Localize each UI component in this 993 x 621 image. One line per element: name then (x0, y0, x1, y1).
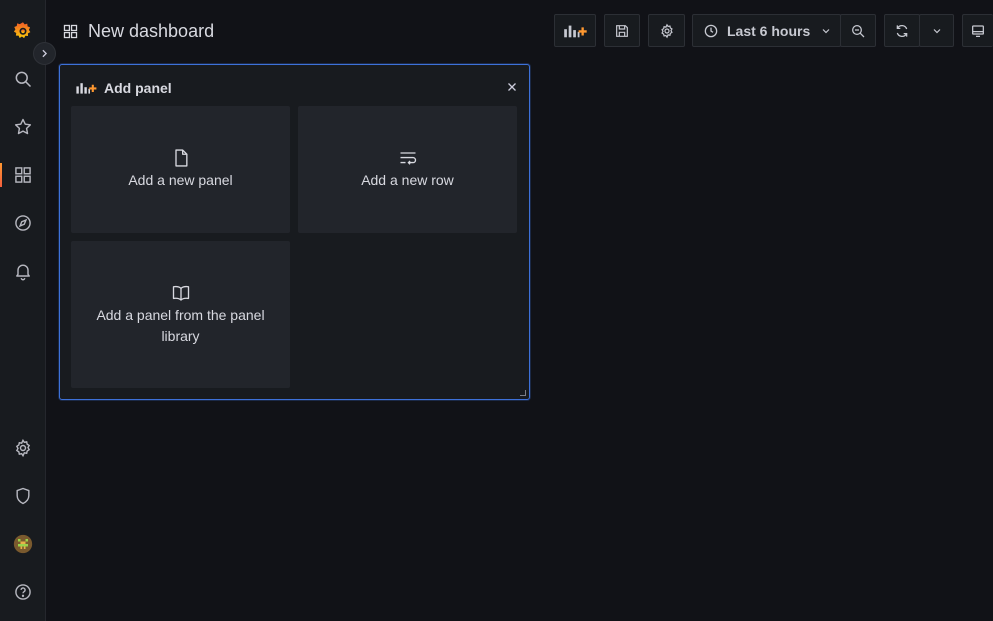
avatar-icon (13, 534, 33, 554)
add-panel-icon (564, 25, 587, 37)
user-avatar[interactable] (0, 524, 46, 564)
chevron-down-icon (933, 28, 940, 33)
chevron-down-icon (822, 28, 830, 33)
chevron-right-icon (42, 49, 48, 58)
star-icon[interactable] (0, 107, 46, 147)
refresh-interval-dropdown[interactable] (919, 14, 954, 47)
add-new-panel-label: Add a new panel (128, 172, 233, 188)
explore-compass-icon[interactable] (0, 203, 46, 243)
refresh-button[interactable] (884, 14, 920, 47)
grafana-logo-icon (13, 22, 31, 39)
resize-handle[interactable] (520, 390, 526, 396)
refresh-icon (896, 24, 908, 37)
add-new-panel-card[interactable]: Add a new panel (71, 106, 290, 233)
add-new-row-label: Add a new row (361, 172, 454, 188)
add-panel-header: Add panel (74, 79, 172, 97)
dashboards-icon (63, 24, 78, 38)
close-button[interactable] (505, 79, 519, 95)
dashboard-title: New dashboard (88, 20, 215, 41)
alerting-bell-icon[interactable] (0, 251, 46, 291)
add-panel-from-library-label: Add a panel from the panel library (96, 306, 265, 344)
expand-menu-button[interactable] (33, 42, 56, 65)
add-panel-widget: Add panel Add a new panel Add a new row … (59, 64, 530, 400)
time-range-picker[interactable]: Last 6 hours (692, 14, 841, 47)
add-panel-from-library-card[interactable]: Add a panel from the panel library (71, 241, 290, 388)
add-new-row-card[interactable]: Add a new row (298, 106, 517, 233)
zoom-out-icon (852, 24, 865, 37)
add-panel-icon (76, 83, 97, 94)
close-icon (508, 83, 516, 91)
search-icon[interactable] (0, 59, 46, 99)
monitor-icon (972, 24, 984, 37)
row-wrap-icon (400, 152, 416, 165)
dashboard-settings-button[interactable] (648, 14, 685, 47)
tv-mode-button[interactable] (962, 14, 993, 47)
add-panel-button[interactable] (554, 14, 596, 47)
dashboards-icon[interactable] (0, 155, 46, 195)
save-dashboard-button[interactable] (604, 14, 640, 47)
server-admin-shield-icon[interactable] (0, 476, 46, 516)
gear-icon (660, 23, 673, 38)
page-title[interactable]: New dashboard (62, 19, 214, 43)
clock-icon (704, 24, 718, 37)
time-range-label: Last 6 hours (727, 22, 811, 39)
sidebar (0, 0, 46, 621)
book-open-icon (172, 285, 189, 301)
file-icon (174, 149, 187, 167)
add-panel-title: Add panel (104, 80, 172, 96)
zoom-out-button[interactable] (840, 14, 876, 47)
save-icon (616, 24, 628, 37)
configuration-gear-icon[interactable] (0, 428, 46, 468)
help-icon[interactable] (0, 572, 46, 612)
